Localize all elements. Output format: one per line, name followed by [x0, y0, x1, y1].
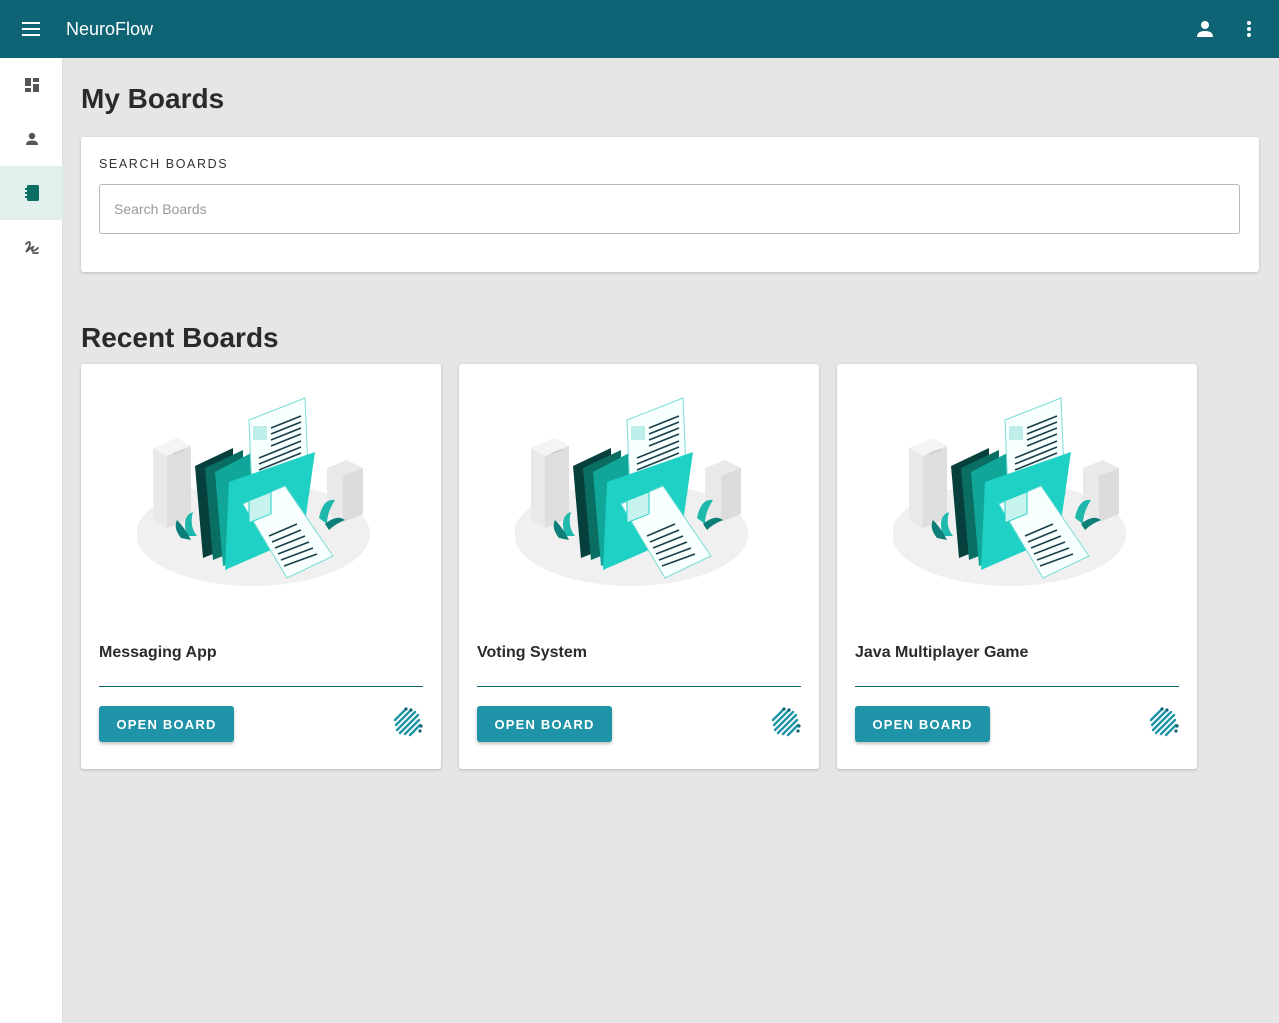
app-title: NeuroFlow — [66, 18, 154, 39]
board-title: Voting System — [477, 644, 587, 661]
top-app-bar: NeuroFlow — [0, 0, 1279, 58]
divider — [99, 686, 423, 687]
main-content: My Boards SEARCH BOARDS Recent Boards Me… — [81, 58, 1259, 769]
board-card: Java Multiplayer Game OPEN BOARD — [837, 364, 1197, 769]
sidebar — [0, 58, 63, 1023]
account-icon — [1197, 21, 1213, 37]
recent-boards-title: Recent Boards — [81, 322, 279, 353]
person-icon — [25, 132, 38, 145]
divider — [477, 686, 801, 687]
menu-button[interactable] — [0, 0, 62, 58]
page-title: My Boards — [81, 83, 225, 114]
scribble-icon — [24, 241, 39, 254]
dashboard-icon — [24, 78, 39, 92]
board-logo-icon — [391, 706, 425, 740]
board-illustration — [137, 386, 385, 596]
search-input[interactable] — [99, 184, 1240, 234]
sidebar-item-boards[interactable] — [0, 166, 63, 220]
more-options-button[interactable] — [1227, 7, 1271, 51]
board-logo-icon — [769, 706, 803, 740]
board-illustration — [515, 386, 763, 596]
board-card: Voting System OPEN BOARD — [459, 364, 819, 769]
account-button[interactable] — [1183, 7, 1227, 51]
sidebar-item-profile[interactable] — [0, 112, 63, 166]
board-logo-icon — [1147, 706, 1181, 740]
open-board-button[interactable]: OPEN BOARD — [855, 706, 990, 742]
notebook-icon — [24, 185, 39, 201]
search-card: SEARCH BOARDS — [81, 137, 1259, 272]
board-illustration — [893, 386, 1141, 596]
board-list: Messaging App OPEN BOARD Voting System O… — [81, 364, 1259, 769]
more-vert-icon — [1247, 21, 1251, 37]
board-title: Messaging App — [99, 644, 217, 661]
search-label: SEARCH BOARDS — [99, 157, 229, 171]
sidebar-item-sketch[interactable] — [0, 220, 63, 274]
open-board-button[interactable]: OPEN BOARD — [477, 706, 612, 742]
menu-icon — [22, 22, 40, 36]
open-board-button[interactable]: OPEN BOARD — [99, 706, 234, 742]
board-title: Java Multiplayer Game — [855, 644, 1029, 661]
sidebar-item-dashboard[interactable] — [0, 58, 63, 112]
divider — [855, 686, 1179, 687]
board-card: Messaging App OPEN BOARD — [81, 364, 441, 769]
